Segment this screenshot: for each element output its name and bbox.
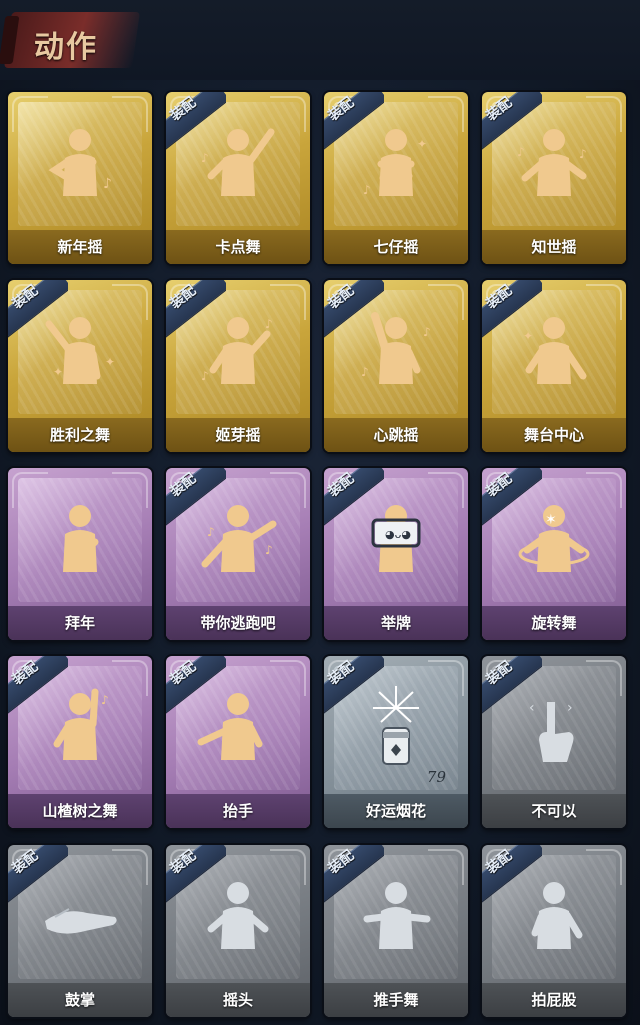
equipped-badge: 装配 <box>324 656 384 716</box>
svg-text:›: › <box>567 700 573 716</box>
emote-name: 七仔摇 <box>373 238 419 256</box>
emote-card[interactable]: ◕ᴗ◕ 举牌 装配 <box>324 468 468 640</box>
equipped-badge: 装配 <box>166 656 226 716</box>
svg-text:♪: ♪ <box>101 693 109 707</box>
emote-card[interactable]: ♪ 山楂树之舞 装配 <box>8 656 152 828</box>
emote-card[interactable]: ✦ ♪ 七仔摇 装配 <box>324 92 468 264</box>
equipped-badge: 装配 <box>324 468 384 528</box>
emote-card[interactable]: ♪ ♪ 姬芽摇 装配 <box>166 280 310 452</box>
equipped-badge: 装配 <box>166 845 226 905</box>
svg-text:♪: ♪ <box>363 183 371 197</box>
svg-text:♪: ♪ <box>361 365 369 379</box>
equipped-badge: 装配 <box>166 468 226 528</box>
emote-name: 知世摇 <box>531 238 577 256</box>
svg-text:♪: ♪ <box>103 176 112 192</box>
emote-name: 推手舞 <box>373 991 419 1009</box>
emote-name: 抬手 <box>222 802 253 820</box>
equipped-badge: 装配 <box>8 656 68 716</box>
emote-card[interactable]: ♪ ♪ 心跳摇 装配 <box>324 280 468 452</box>
emote-name: 舞台中心 <box>523 426 584 444</box>
emote-name: 姬芽摇 <box>215 426 261 444</box>
equipped-badge: 装配 <box>8 845 68 905</box>
emote-card[interactable]: ✦ ✦ 胜利之舞 装配 <box>8 280 152 452</box>
emote-name: 不可以 <box>531 802 577 820</box>
emote-card[interactable]: ✶ 旋转舞 装配 <box>482 468 626 640</box>
emote-name: 卡点舞 <box>215 238 261 256</box>
emote-card[interactable]: ‹ › 不可以 装配 <box>482 656 626 828</box>
emote-card[interactable]: 摇头 装配 <box>166 845 310 1017</box>
emote-name: 胜利之舞 <box>49 426 110 444</box>
emote-card[interactable]: 鼓掌 装配 <box>8 845 152 1017</box>
equipped-badge: 装配 <box>166 92 226 152</box>
emote-grid: ♪ 新年摇 ♪ 卡点舞 装配 ✦ ♪ 七仔摇 装配 ♪ ♪ 知世摇 装配 ✦ ✦… <box>0 0 640 1025</box>
equipped-badge: 装配 <box>482 92 542 152</box>
emote-card[interactable]: ♪ ♪ 带你逃跑吧 装配 <box>166 468 310 640</box>
svg-text:◕ᴗ◕: ◕ᴗ◕ <box>385 528 411 541</box>
svg-text:♪: ♪ <box>201 151 209 165</box>
emote-name: 好运烟花 <box>365 802 426 820</box>
emote-card[interactable]: 拍屁股 装配 <box>482 845 626 1017</box>
equipped-badge: 装配 <box>8 280 68 340</box>
equipped-badge: 装配 <box>166 280 226 340</box>
emote-name: 心跳摇 <box>373 426 419 444</box>
equipped-badge: 装配 <box>324 845 384 905</box>
emote-name: 鼓掌 <box>64 991 95 1009</box>
svg-text:✦: ✦ <box>53 365 63 379</box>
equipped-badge: 装配 <box>482 468 542 528</box>
emote-card[interactable]: 拜年 <box>8 468 152 640</box>
emote-card[interactable]: ♪ ♪ 知世摇 装配 <box>482 92 626 264</box>
svg-text:♪: ♪ <box>201 369 209 383</box>
emote-name: 新年摇 <box>57 238 103 256</box>
emote-name: 山楂树之舞 <box>42 802 118 820</box>
equipped-badge: 装配 <box>482 845 542 905</box>
svg-text:✦: ✦ <box>417 137 427 151</box>
emote-card[interactable]: 推手舞 装配 <box>324 845 468 1017</box>
svg-text:✦: ✦ <box>105 355 115 369</box>
emote-card[interactable]: ✦ 舞台中心 装配 <box>482 280 626 452</box>
emote-name: 带你逃跑吧 <box>200 614 276 632</box>
emote-card[interactable]: 抬手 装配 <box>166 656 310 828</box>
emote-name: 拜年 <box>64 614 95 632</box>
emote-name: 旋转舞 <box>531 614 577 632</box>
svg-text:♪: ♪ <box>423 325 431 339</box>
svg-text:♪: ♪ <box>265 543 273 557</box>
equipped-badge: 装配 <box>324 280 384 340</box>
dancer-clap-icon: ♪ <box>35 118 125 208</box>
emote-name: 摇头 <box>222 991 253 1009</box>
equipped-badge: 装配 <box>482 280 542 340</box>
item-count: 79 <box>426 768 446 786</box>
svg-text:♪: ♪ <box>265 317 273 331</box>
equipped-badge: 装配 <box>324 92 384 152</box>
emote-card[interactable]: ♪ 卡点舞 装配 <box>166 92 310 264</box>
emote-name: 拍屁股 <box>531 991 577 1009</box>
person-bow-icon <box>35 494 125 584</box>
equipped-badge: 装配 <box>482 656 542 716</box>
emote-card[interactable]: 好运烟花 装配 79 <box>324 656 468 828</box>
svg-text:✶: ✶ <box>545 512 557 528</box>
svg-text:♪: ♪ <box>579 147 587 161</box>
emote-name: 举牌 <box>380 614 411 632</box>
emote-card[interactable]: ♪ 新年摇 <box>8 92 152 264</box>
